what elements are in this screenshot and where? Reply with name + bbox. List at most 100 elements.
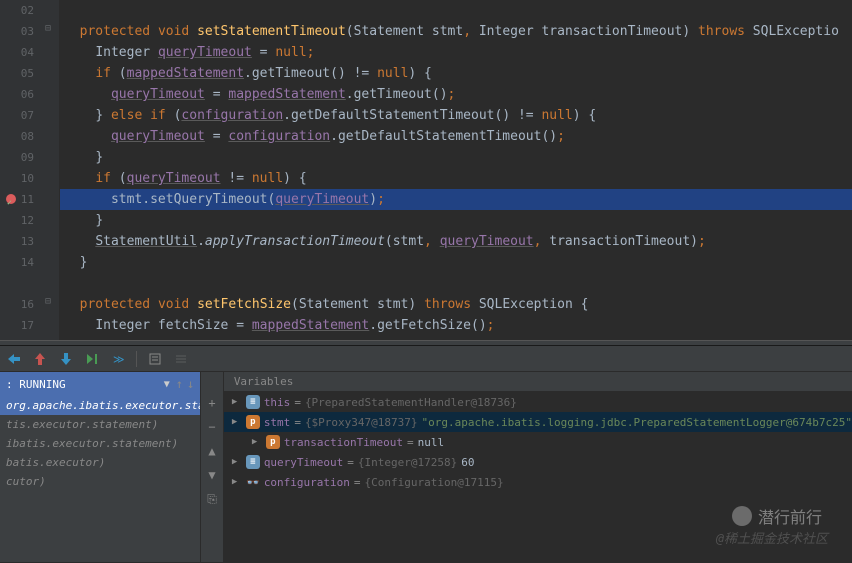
fold-marker[interactable] [42,21,59,42]
expand-arrow-icon[interactable]: ▶ [232,417,242,427]
step-out-icon[interactable] [58,351,74,367]
expand-arrow-icon[interactable]: ▶ [232,477,242,487]
line-number[interactable]: 13 [0,231,34,252]
code-line[interactable]: StatementUtil.applyTransactionTimeout(st… [60,231,852,252]
stack-frame[interactable]: cutor) [0,472,200,491]
stack-frame[interactable]: tis.executor.statement) [0,415,200,434]
stack-frame[interactable]: ibatis.executor.statement) [0,434,200,453]
fold-marker[interactable] [42,105,59,126]
code-line[interactable] [60,273,852,294]
line-number[interactable]: 11 [0,189,34,210]
variable-type: {PreparedStatementHandler@18736} [305,396,517,409]
variable-name: stmt [264,416,291,429]
step-over-icon[interactable] [6,351,22,367]
line-number[interactable]: 09 [0,147,34,168]
fold-gutter[interactable] [42,0,60,340]
code-line[interactable]: queryTimeout = mappedStatement.getTimeou… [60,84,852,105]
evaluate-icon[interactable]: ≫I [110,351,126,367]
watermark-wechat: 潜行前行 [732,504,822,528]
fold-marker[interactable] [42,63,59,84]
code-line[interactable]: } [60,252,852,273]
code-line[interactable]: protected void setFetchSize(Statement st… [60,294,852,315]
frame-up-icon[interactable]: ↑ [176,377,183,391]
code-line[interactable]: } [60,210,852,231]
expand-arrow-icon[interactable]: ▶ [232,397,242,407]
code-line[interactable]: queryTimeout = configuration.getDefaultS… [60,126,852,147]
code-line[interactable] [60,0,852,21]
fold-marker[interactable] [42,210,59,231]
run-to-cursor-icon[interactable] [84,351,100,367]
fold-marker[interactable] [42,231,59,252]
toolbar-divider [136,351,137,367]
expand-arrow-icon[interactable]: ▶ [232,457,242,467]
fold-marker[interactable] [42,273,59,294]
code-editor[interactable]: 02030405060708091011121314 1617 protected… [0,0,852,340]
line-number[interactable]: 10 [0,168,34,189]
line-number[interactable]: 16 [0,294,34,315]
line-gutter[interactable]: 02030405060708091011121314 1617 [0,0,42,340]
down-icon[interactable]: ▼ [204,468,220,484]
variable-row[interactable]: ▶p transactionTimeout = null [224,432,852,452]
variable-value: 60 [461,456,474,469]
code-line[interactable]: stmt.setQueryTimeout(queryTimeout); [60,189,852,210]
copy-icon[interactable]: ⎘ [204,492,220,508]
line-number[interactable]: 04 [0,42,34,63]
variable-value: "org.apache.ibatis.logging.jdbc.Prepared… [422,416,852,429]
variable-row[interactable]: ▶≡ queryTimeout = {Integer@17258} 60 [224,452,852,472]
variable-row[interactable]: ▶👓 configuration = {Configuration@17115} [224,472,852,492]
fold-marker[interactable] [42,189,59,210]
variable-row[interactable]: ▶p stmt = {$Proxy347@18737} "org.apache.… [224,412,852,432]
up-icon[interactable]: ▲ [204,444,220,460]
line-number[interactable]: 17 [0,315,34,336]
variable-type-icon: p [246,415,260,429]
variable-type: {$Proxy347@18737} [305,416,418,429]
line-number[interactable]: 03 [0,21,34,42]
stack-frame[interactable]: org.apache.ibatis.executor.statement) [0,396,200,415]
code-content[interactable]: protected void setStatementTimeout(State… [60,0,852,340]
line-number[interactable]: 05 [0,63,34,84]
fold-marker[interactable] [42,42,59,63]
fold-marker[interactable] [42,84,59,105]
fold-marker[interactable] [42,252,59,273]
frame-down-icon[interactable]: ↓ [187,377,194,391]
code-line[interactable]: Integer fetchSize = mappedStatement.getF… [60,315,852,336]
code-line[interactable]: } else if (configuration.getDefaultState… [60,105,852,126]
line-number[interactable]: 07 [0,105,34,126]
code-line[interactable]: if (mappedStatement.getTimeout() != null… [60,63,852,84]
fold-marker[interactable] [42,294,59,315]
variables-header: Variables [224,372,852,392]
code-line[interactable]: Integer queryTimeout = null; [60,42,852,63]
fold-marker[interactable] [42,168,59,189]
code-line[interactable]: } [60,147,852,168]
expand-arrow-icon[interactable]: ▶ [252,437,262,447]
add-watch-icon[interactable]: + [204,396,220,412]
line-number[interactable] [0,273,34,294]
thread-status: : RUNNING [6,378,66,391]
code-line[interactable]: protected void setStatementTimeout(State… [60,21,852,42]
settings-icon[interactable] [173,351,189,367]
variable-type: {Integer@17258} [358,456,457,469]
thread-selector[interactable]: : RUNNING ▼ ↑ ↓ [0,372,200,396]
variable-name: transactionTimeout [284,436,403,449]
step-into-icon[interactable] [32,351,48,367]
line-number[interactable]: 06 [0,84,34,105]
code-line[interactable]: if (queryTimeout != null) { [60,168,852,189]
remove-watch-icon[interactable]: − [204,420,220,436]
fold-marker[interactable] [42,0,59,21]
fold-marker[interactable] [42,315,59,336]
variable-type: {Configuration@17115} [365,476,504,489]
fold-marker[interactable] [42,147,59,168]
line-number[interactable]: 02 [0,0,34,21]
variable-name: configuration [264,476,350,489]
stack-frame[interactable]: batis.executor) [0,453,200,472]
fold-marker[interactable] [42,126,59,147]
line-number[interactable]: 12 [0,210,34,231]
variable-name: queryTimeout [264,456,343,469]
variable-type-icon: ≡ [246,455,260,469]
line-number[interactable]: 08 [0,126,34,147]
variable-row[interactable]: ▶≡ this = {PreparedStatementHandler@1873… [224,392,852,412]
calculator-icon[interactable] [147,351,163,367]
variable-type-icon: ≡ [246,395,260,409]
line-number[interactable]: 14 [0,252,34,273]
breakpoint-icon[interactable] [6,194,16,204]
